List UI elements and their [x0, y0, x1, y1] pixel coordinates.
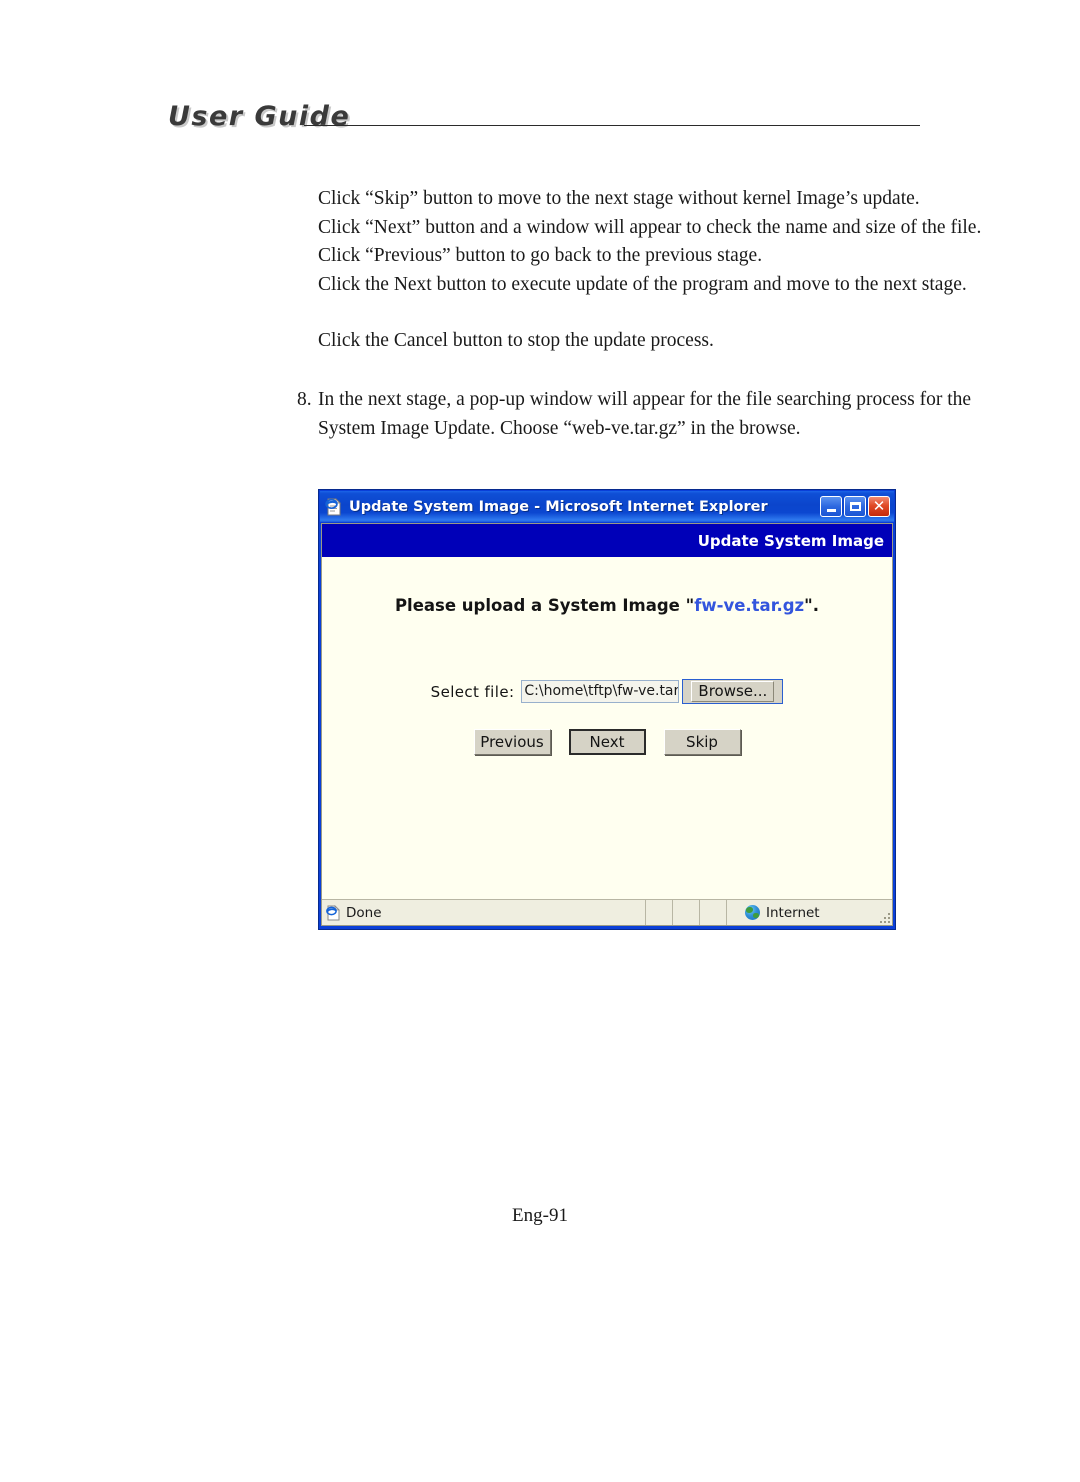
list-text: In the next stage, a pop-up window will …: [318, 386, 971, 443]
minimize-icon: [826, 508, 836, 512]
upload-heading-filename: fw-ve.tar.gz: [694, 596, 805, 615]
status-segment: [699, 900, 726, 925]
instruction-line: Click the Next button to execute update …: [318, 273, 967, 295]
previous-button[interactable]: Previous: [473, 729, 551, 755]
maximize-icon: [849, 502, 861, 511]
window-titlebar[interactable]: Update System Image - Microsoft Internet…: [320, 491, 894, 522]
status-bar: Done Internet: [322, 899, 892, 925]
instruction-line: Click “Next” button and a window will ap…: [318, 216, 982, 238]
upload-heading-suffix: ".: [804, 596, 820, 615]
browser-viewport: Update System Image Please upload a Syst…: [321, 523, 893, 926]
list-text-line: System Image Update. Choose “web-ve.tar.…: [318, 417, 801, 439]
browse-button-label: Browse...: [691, 681, 775, 702]
browser-window: Update System Image - Microsoft Internet…: [318, 489, 896, 930]
minimize-button[interactable]: [820, 496, 842, 517]
close-button[interactable]: ✕: [868, 496, 890, 517]
page-title: User Guide: [168, 101, 351, 132]
list-text-line: In the next stage, a pop-up window will …: [318, 389, 972, 410]
numbered-item-8: 8. In the next stage, a pop-up window wi…: [297, 386, 971, 443]
status-message: Done: [322, 900, 645, 925]
header-divider: [304, 125, 920, 126]
navigation-buttons: Previous Next Skip: [322, 729, 892, 755]
maximize-button[interactable]: [844, 496, 866, 517]
browse-button[interactable]: Browse...: [682, 679, 784, 704]
select-file-label: Select file:: [430, 682, 515, 701]
page-content: Please upload a System Image "fw-ve.tar.…: [322, 557, 892, 899]
list-number: 8.: [297, 389, 312, 410]
window-controls: ✕: [820, 496, 890, 517]
status-text: Done: [346, 904, 382, 921]
app-header-bar: Update System Image: [322, 524, 892, 557]
app-header-title: Update System Image: [697, 531, 884, 550]
page-header: User Guide: [168, 100, 920, 148]
resize-grip[interactable]: [878, 900, 892, 925]
ie-document-icon: [326, 904, 341, 921]
instruction-line: Click “Previous” button to go back to th…: [318, 245, 763, 266]
status-segment: [645, 900, 672, 925]
security-zone[interactable]: Internet: [726, 900, 878, 925]
security-zone-label: Internet: [766, 904, 820, 921]
close-icon: ✕: [872, 497, 886, 515]
body-copy: Click “Skip” button to move to the next …: [318, 185, 982, 356]
upload-heading: Please upload a System Image "fw-ve.tar.…: [322, 596, 892, 615]
file-select-row: Select file: C:\home\tftp\fw-ve.tar.gz B…: [322, 679, 892, 704]
skip-button[interactable]: Skip: [663, 729, 741, 755]
instruction-line: Click the Cancel button to stop the upda…: [318, 330, 714, 351]
instruction-line: Click “Skip” button to move to the next …: [318, 188, 920, 209]
next-button[interactable]: Next: [568, 729, 646, 755]
globe-icon: [745, 905, 760, 920]
file-path-input[interactable]: C:\home\tftp\fw-ve.tar.gz: [521, 680, 680, 703]
ie-document-icon: [325, 497, 343, 516]
status-segment: [672, 900, 699, 925]
page-footer: Eng-91: [512, 1205, 568, 1226]
window-title: Update System Image - Microsoft Internet…: [349, 498, 768, 515]
upload-heading-prefix: Please upload a System Image ": [394, 596, 695, 615]
